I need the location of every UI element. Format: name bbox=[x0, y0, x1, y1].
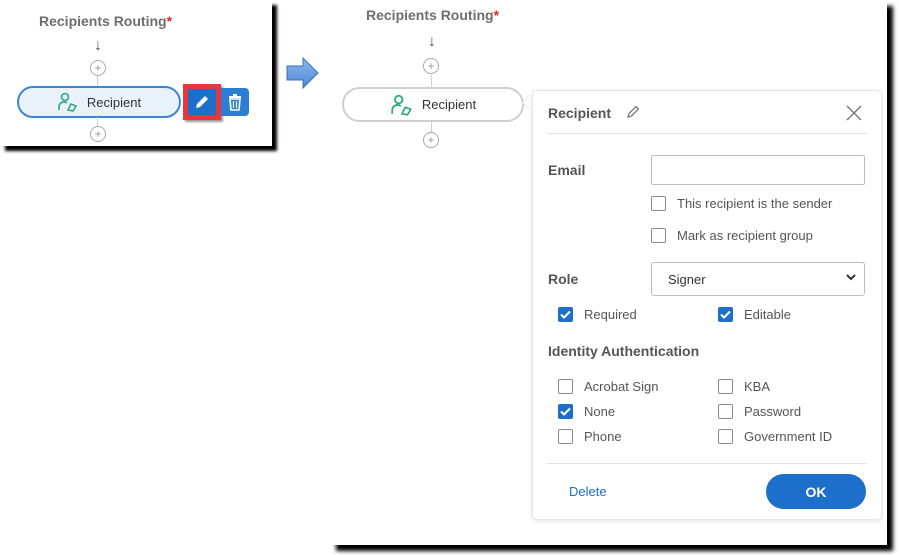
checkbox-box[interactable] bbox=[718, 307, 733, 322]
dialog-title: Recipient bbox=[548, 105, 612, 121]
recipient-node-label: Recipient bbox=[86, 94, 142, 110]
before-panel: Recipients Routing* ↓ + Recipient + bbox=[0, 0, 272, 146]
sender-checkbox-label: This recipient is the sender bbox=[677, 196, 833, 211]
identity-auth-label: Identity Authentication bbox=[548, 343, 700, 359]
checkbox-box[interactable] bbox=[651, 196, 666, 211]
sender-checkbox[interactable]: This recipient is the sender bbox=[651, 196, 832, 211]
required-checkbox[interactable]: Required bbox=[558, 307, 637, 322]
checkbox-box[interactable] bbox=[558, 429, 573, 444]
arrow-down-icon: ↓ bbox=[428, 33, 436, 50]
required-label: Required bbox=[584, 307, 637, 322]
arrow-down-icon: ↓ bbox=[94, 37, 102, 54]
check-icon bbox=[560, 407, 571, 416]
checkbox-box[interactable] bbox=[718, 404, 733, 419]
check-icon bbox=[560, 310, 571, 319]
auth-option-kba[interactable]: KBA bbox=[718, 379, 770, 394]
add-step-button[interactable]: + bbox=[423, 132, 439, 148]
recipient-node-label: Recipient bbox=[421, 97, 477, 112]
email-input[interactable] bbox=[651, 155, 865, 185]
editable-label: Editable bbox=[744, 307, 791, 322]
role-label: Role bbox=[548, 271, 579, 287]
check-icon bbox=[720, 310, 731, 319]
divider bbox=[547, 133, 867, 134]
trash-icon bbox=[229, 94, 241, 111]
auth-option-acrobat-sign[interactable]: Acrobat Sign bbox=[558, 379, 658, 394]
pencil-icon bbox=[196, 96, 208, 108]
routing-title: Recipients Routing* bbox=[366, 7, 500, 23]
auth-option-government-id[interactable]: Government ID bbox=[718, 429, 832, 444]
auth-option-password[interactable]: Password bbox=[718, 404, 801, 419]
recipient-dialog: Recipient Email This recipient is the se… bbox=[532, 90, 882, 520]
ok-button[interactable]: OK bbox=[766, 474, 866, 509]
group-checkbox-label: Mark as recipient group bbox=[677, 228, 813, 243]
edit-recipient-button[interactable] bbox=[188, 89, 216, 115]
auth-option-label: Acrobat Sign bbox=[584, 379, 659, 394]
auth-option-phone[interactable]: Phone bbox=[558, 429, 622, 444]
auth-option-label: Password bbox=[744, 404, 802, 419]
auth-option-label: KBA bbox=[744, 379, 771, 394]
checkbox-box[interactable] bbox=[558, 307, 573, 322]
recipient-node[interactable]: Recipient bbox=[342, 87, 524, 122]
email-label: Email bbox=[548, 162, 586, 178]
role-select-value: Signer bbox=[668, 272, 706, 287]
chevron-down-icon bbox=[846, 274, 856, 281]
delete-recipient-button[interactable] bbox=[221, 88, 249, 116]
checkbox-box[interactable] bbox=[558, 379, 573, 394]
editable-checkbox[interactable]: Editable bbox=[718, 307, 791, 322]
connector-line bbox=[431, 75, 432, 87]
checkbox-box[interactable] bbox=[651, 228, 666, 243]
rename-pencil-icon[interactable] bbox=[625, 104, 641, 120]
arrow-right-icon bbox=[286, 57, 319, 89]
close-icon[interactable] bbox=[846, 105, 862, 121]
auth-option-label: Phone bbox=[584, 429, 622, 444]
group-checkbox[interactable]: Mark as recipient group bbox=[651, 228, 813, 243]
auth-option-label: Government ID bbox=[744, 429, 833, 444]
add-step-button[interactable]: + bbox=[423, 58, 439, 74]
checkbox-box[interactable] bbox=[718, 429, 733, 444]
auth-option-none[interactable]: None bbox=[558, 404, 615, 419]
connector-line bbox=[97, 76, 98, 86]
add-step-button[interactable]: + bbox=[90, 126, 106, 142]
auth-option-label: None bbox=[584, 404, 616, 419]
routing-title: Recipients Routing* bbox=[39, 13, 173, 29]
recipient-sign-icon bbox=[391, 94, 412, 116]
recipient-node[interactable]: Recipient bbox=[17, 86, 181, 118]
role-select[interactable]: Signer bbox=[651, 262, 865, 296]
delete-link[interactable]: Delete bbox=[569, 484, 607, 499]
edit-highlight bbox=[183, 84, 221, 120]
checkbox-box[interactable] bbox=[718, 379, 733, 394]
add-step-button[interactable]: + bbox=[90, 60, 106, 76]
checkbox-box[interactable] bbox=[558, 404, 573, 419]
recipient-sign-icon bbox=[58, 92, 77, 112]
divider bbox=[547, 463, 867, 464]
connector-line bbox=[431, 122, 432, 132]
